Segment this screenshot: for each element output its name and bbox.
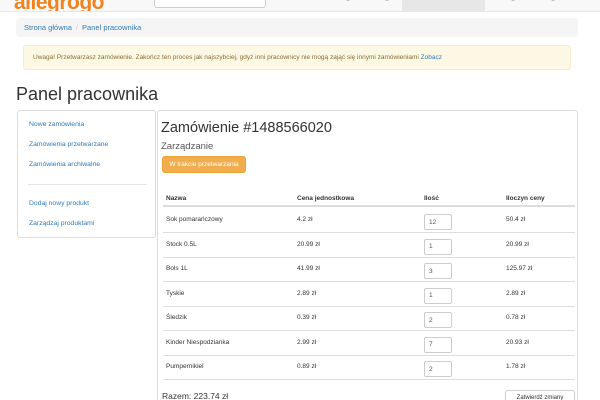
unit-price: 0.39 zł [297, 314, 317, 321]
line-total: 0.78 zł [506, 314, 526, 321]
column-total-header: Iloczyn ceny [506, 195, 545, 202]
search-input[interactable] [154, 0, 266, 8]
table-row: Pumpernikiel 0.89 zł 1.78 zł [163, 356, 575, 380]
breadcrumb-home-link[interactable]: Strona główna [24, 23, 72, 32]
product-name: Kinder Niespodzianka [166, 338, 230, 346]
table-row: Sok pomarańczowy 4.2 zł 50.4 zł [163, 209, 575, 233]
top-navbar: allegrogo [0, 0, 600, 12]
table-row: Kinder Niespodzianka 2.99 zł 20.93 zł [163, 332, 575, 356]
unit-price: 2.99 zł [297, 338, 317, 346]
column-name-header: Nazwa [166, 195, 187, 202]
unit-price: 41.99 zł [297, 265, 320, 272]
column-quantity-header: Ilość [424, 195, 439, 202]
product-name: Śledzik [166, 314, 187, 321]
sidebar-nav: Nowe zamówienia Zamówienia przetwarzane … [17, 110, 156, 238]
line-total: 20.99 zł [506, 240, 529, 248]
quantity-input[interactable] [424, 287, 452, 304]
unit-price: 2.89 zł [297, 289, 317, 297]
nav-item-dot[interactable] [551, 0, 555, 1]
sidebar-item-new-orders[interactable]: Nowe zamówienia [29, 121, 84, 128]
alert-text: Uwaga! Przetwarzasz zamówienie. Zakończ … [33, 54, 419, 61]
product-name: Sok pomarańczowy [166, 216, 223, 223]
unit-price: 0.89 zł [297, 363, 317, 370]
sidebar-item-archived-orders[interactable]: Zamówienia archiwalne [29, 161, 100, 168]
product-name: Pumpernikiel [166, 363, 204, 370]
sidebar-item-processing-orders[interactable]: Zamówienia przetwarzane [29, 141, 108, 148]
line-total: 2.89 zł [506, 289, 526, 297]
processing-warning-alert: Uwaga! Przetwarzasz zamówienie. Zakończ … [23, 45, 571, 70]
line-total: 125.97 zł [506, 265, 533, 272]
sidebar-item-add-product[interactable]: Dodaj nowy produkt [29, 200, 89, 207]
nav-item-dot[interactable] [511, 0, 515, 1]
alert-view-link[interactable]: Zobacz [421, 54, 442, 61]
brand-logo[interactable]: allegrogo [14, 0, 105, 11]
sidebar-divider [28, 184, 147, 185]
table-row: Tyskie 2.89 zł 2.89 zł [163, 283, 575, 307]
table-header: Nazwa Cena jednostkowa Ilość Iloczyn cen… [163, 189, 575, 207]
table-row: Śledzik 0.39 zł 0.78 zł [163, 307, 575, 331]
order-subtitle: Zarządzanie [161, 141, 214, 152]
line-total: 20.93 zł [506, 338, 529, 346]
unit-price: 20.99 zł [297, 240, 320, 248]
order-panel: Zamówienie #1488566020 Zarządzanie W tra… [157, 110, 578, 400]
quantity-input[interactable] [424, 238, 452, 255]
nav-item-dot[interactable] [346, 0, 350, 1]
unit-price: 4.2 zł [297, 216, 313, 223]
quantity-input[interactable] [424, 214, 452, 230]
page-title: Panel pracownika [16, 84, 159, 104]
quantity-input[interactable] [424, 336, 452, 353]
column-unit-price-header: Cena jednostkowa [297, 195, 355, 202]
quantity-input[interactable] [424, 312, 452, 328]
order-total: Razem: 223.74 zł [162, 391, 229, 400]
line-total: 50.4 zł [506, 216, 526, 223]
quantity-input[interactable] [424, 263, 452, 279]
processing-status-button[interactable]: W trakcie przetwarzania [162, 156, 246, 173]
product-name: Stock 0.5L [166, 240, 197, 248]
product-name: Bols 1L [166, 265, 188, 272]
table-row: Stock 0.5L 20.99 zł 20.99 zł [163, 234, 575, 258]
nav-item-dot[interactable] [385, 0, 389, 1]
table-row: Bols 1L 41.99 zł 125.97 zł [163, 258, 575, 282]
nav-item-active[interactable] [402, 0, 485, 11]
product-name: Tyskie [166, 289, 185, 297]
order-title: Zamówienie #1488566020 [161, 120, 332, 136]
confirm-changes-button[interactable]: Zatwierdź zmiany [505, 390, 575, 400]
sidebar-item-manage-products[interactable]: Zarządzaj produktami [29, 220, 94, 227]
line-total: 1.78 zł [506, 363, 526, 370]
breadcrumb-separator: / [75, 23, 79, 32]
breadcrumb-current: Panel pracownika [82, 23, 142, 32]
breadcrumb: Strona główna / Panel pracownika [16, 18, 578, 37]
quantity-input[interactable] [424, 361, 452, 377]
